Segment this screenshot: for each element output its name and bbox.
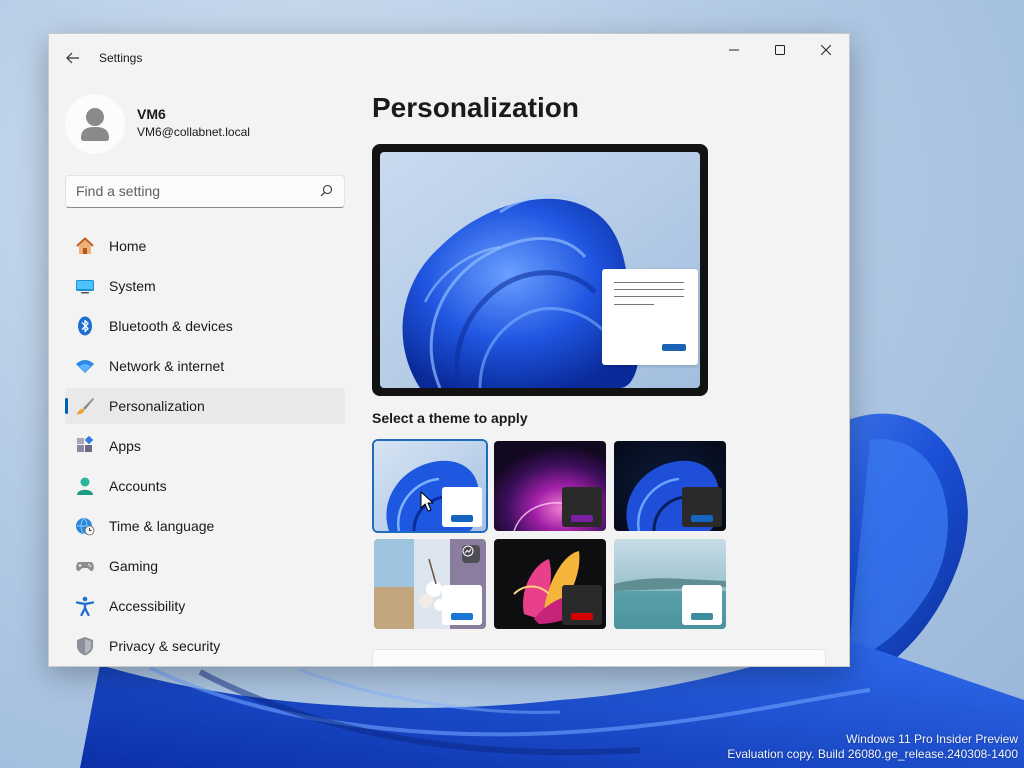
- sidebar-item-accessibility[interactable]: Accessibility: [65, 588, 345, 624]
- sidebar-item-accounts[interactable]: Accounts: [65, 468, 345, 504]
- preview-wallpaper: [380, 152, 700, 388]
- close-icon: [821, 45, 831, 55]
- theme-sample-window: [682, 487, 722, 527]
- app-title: Settings: [99, 51, 143, 65]
- sidebar-item-label: Network & internet: [109, 358, 225, 374]
- theme-sample-window: [682, 585, 722, 625]
- theme-sample-window: [562, 585, 602, 625]
- preview-sample-window: [602, 269, 698, 365]
- apps-icon: [75, 436, 95, 456]
- page-title: Personalization: [372, 92, 579, 123]
- back-button[interactable]: [59, 46, 87, 70]
- sidebar-item-network[interactable]: Network & internet: [65, 348, 345, 384]
- minimize-icon: [729, 49, 739, 51]
- watermark-line-1: Windows 11 Pro Insider Preview: [846, 732, 1018, 746]
- search-box[interactable]: [65, 175, 345, 208]
- avatar[interactable]: [65, 94, 125, 154]
- theme-sample-window: [562, 487, 602, 527]
- shield-icon: [75, 636, 95, 656]
- sidebar-item-label: Home: [109, 238, 147, 254]
- accessibility-icon: [75, 596, 95, 616]
- user-profile[interactable]: VM6 VM6@collabnet.local: [65, 94, 355, 158]
- back-arrow-icon: [66, 52, 79, 64]
- user-email: VM6@collabnet.local: [137, 125, 250, 139]
- sidebar-item-bluetooth[interactable]: Bluetooth & devices: [65, 308, 345, 344]
- sidebar-item-apps[interactable]: Apps: [65, 428, 345, 464]
- theme-flow[interactable]: [614, 539, 726, 629]
- system-icon: [75, 276, 95, 296]
- theme-windows-dark[interactable]: [614, 441, 726, 531]
- gamepad-icon: [75, 556, 95, 576]
- sidebar-nav: Home System Bluetooth & devices Network …: [65, 228, 345, 666]
- search-input[interactable]: [66, 176, 316, 205]
- theme-windows-dark-glow[interactable]: [494, 441, 606, 531]
- sidebar-item-label: Time & language: [109, 518, 215, 534]
- close-button[interactable]: [803, 34, 849, 66]
- watermark-line-2: Evaluation copy. Build 26080.ge_release.…: [727, 747, 1018, 761]
- home-icon: [75, 236, 95, 256]
- maximize-button[interactable]: [757, 34, 803, 66]
- user-name: VM6: [137, 106, 166, 122]
- settings-window: Settings VM6 VM6@collabnet.local Find a …: [48, 33, 850, 667]
- sidebar-item-time-language[interactable]: Time & language: [65, 508, 345, 544]
- theme-sample-window: [442, 487, 482, 527]
- minimize-button[interactable]: [711, 34, 757, 66]
- sidebar-item-privacy-security[interactable]: Privacy & security: [65, 628, 345, 664]
- sidebar-item-label: Bluetooth & devices: [109, 318, 233, 334]
- maximize-icon: [775, 45, 785, 55]
- sidebar-item-label: System: [109, 278, 156, 294]
- selection-indicator: [65, 398, 68, 414]
- title-bar[interactable]: Settings: [49, 34, 849, 82]
- sidebar-item-label: Gaming: [109, 558, 159, 574]
- theme-sample-window: [442, 585, 482, 625]
- sidebar-item-label: Personalization: [109, 398, 205, 414]
- theme-preview: [372, 144, 708, 396]
- mouse-cursor-icon: [420, 491, 434, 512]
- sidebar-item-system[interactable]: System: [65, 268, 345, 304]
- person-icon: [81, 108, 109, 141]
- sidebar-item-label: Accessibility: [109, 598, 186, 614]
- globe-clock-icon: [75, 516, 95, 536]
- brush-icon: [75, 396, 95, 416]
- bluetooth-icon: [75, 316, 95, 336]
- sidebar-item-personalization[interactable]: Personalization: [65, 388, 345, 424]
- network-icon: [75, 356, 95, 376]
- theme-captured-motion[interactable]: [494, 539, 606, 629]
- themes-section-label: Select a theme to apply: [372, 410, 528, 426]
- sidebar-item-gaming[interactable]: Gaming: [65, 548, 345, 584]
- sidebar-item-home[interactable]: Home: [65, 228, 345, 264]
- spotlight-badge-icon: [462, 545, 480, 563]
- sidebar-item-label: Privacy & security: [109, 638, 221, 654]
- themes-grid: [372, 439, 732, 631]
- search-icon[interactable]: [320, 184, 333, 197]
- build-watermark: Windows 11 Pro Insider Preview Evaluatio…: [727, 732, 1018, 762]
- theme-windows-light[interactable]: [372, 439, 488, 533]
- sidebar-item-label: Apps: [109, 438, 141, 454]
- sidebar-item-label: Accounts: [109, 478, 167, 494]
- accounts-icon: [75, 476, 95, 496]
- theme-windows-spotlight[interactable]: [374, 539, 486, 629]
- themes-options-card[interactable]: [372, 649, 826, 666]
